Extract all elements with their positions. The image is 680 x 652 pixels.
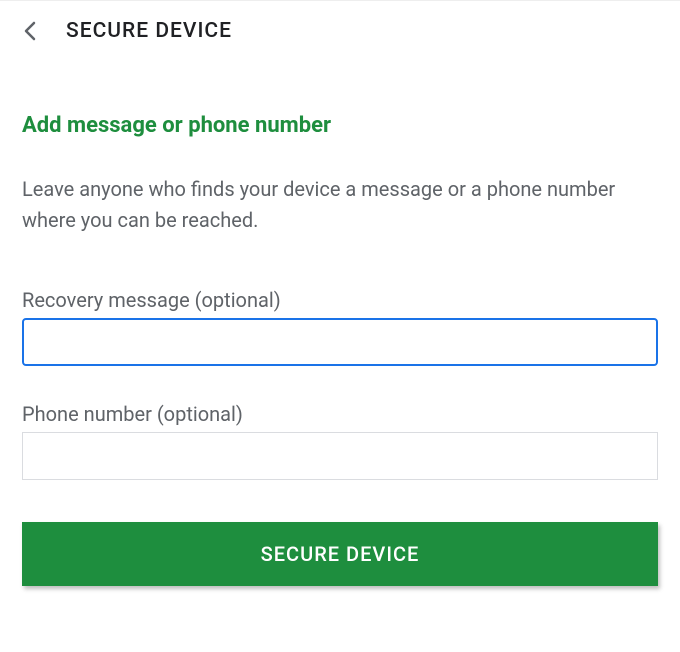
phone-number-input[interactable] [22,432,658,480]
content: Add message or phone number Leave anyone… [0,53,680,480]
secure-device-button[interactable]: SECURE DEVICE [22,522,658,586]
phone-number-group: Phone number (optional) [22,402,658,480]
recovery-message-group: Recovery message (optional) [22,288,658,366]
section-title: Add message or phone number [22,113,658,138]
section-description: Leave anyone who finds your device a mes… [22,174,658,236]
phone-number-label: Phone number (optional) [22,402,658,426]
page-title: SECURE DEVICE [66,19,232,43]
recovery-message-input[interactable] [22,318,658,366]
recovery-message-label: Recovery message (optional) [22,288,658,312]
header: SECURE DEVICE [0,0,680,53]
back-icon[interactable] [20,22,38,40]
